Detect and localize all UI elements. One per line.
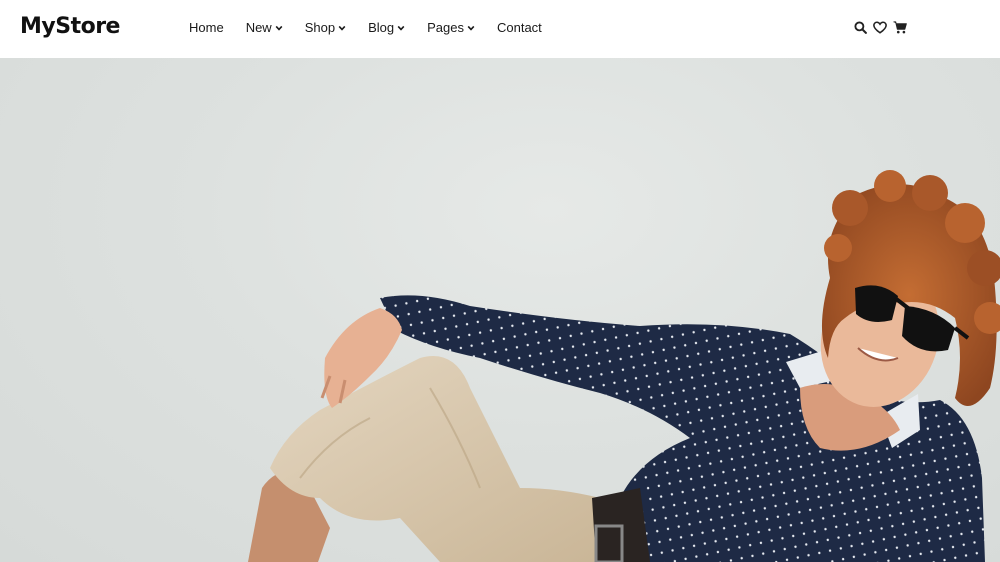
nav-item-label: Blog — [368, 20, 395, 35]
search-icon — [853, 20, 867, 34]
nav-item-contact[interactable]: Contact — [497, 20, 542, 35]
heart-icon — [873, 20, 887, 34]
nav-item-label: Pages — [427, 20, 464, 35]
site-header: MyStore Home New Shop Blog Pages Contact — [0, 0, 1000, 58]
hero-image — [248, 170, 1000, 562]
nav-item-home[interactable]: Home — [189, 20, 224, 35]
nav-item-shop[interactable]: Shop — [305, 20, 346, 35]
nav-item-label: New — [245, 20, 272, 35]
nav-item-label: Home — [189, 20, 224, 35]
chevron-down-icon — [397, 25, 405, 31]
hero-banner — [0, 58, 1000, 562]
nav-item-pages[interactable]: Pages — [427, 20, 475, 35]
brand-logo[interactable]: MyStore — [20, 14, 120, 39]
search-button[interactable] — [853, 19, 867, 35]
header-actions — [853, 19, 907, 35]
nav-item-label: Contact — [496, 20, 542, 35]
wishlist-button[interactable] — [873, 19, 887, 35]
chevron-down-icon — [275, 25, 283, 31]
nav-item-blog[interactable]: Blog — [368, 20, 405, 35]
nav-item-label: Shop — [304, 20, 336, 35]
nav-item-new[interactable]: New — [246, 20, 283, 35]
cart-icon — [893, 20, 907, 33]
main-nav: Home New Shop Blog Pages Contact — [189, 20, 564, 35]
chevron-down-icon — [338, 25, 346, 31]
cart-button[interactable] — [893, 19, 907, 35]
chevron-down-icon — [467, 25, 475, 31]
